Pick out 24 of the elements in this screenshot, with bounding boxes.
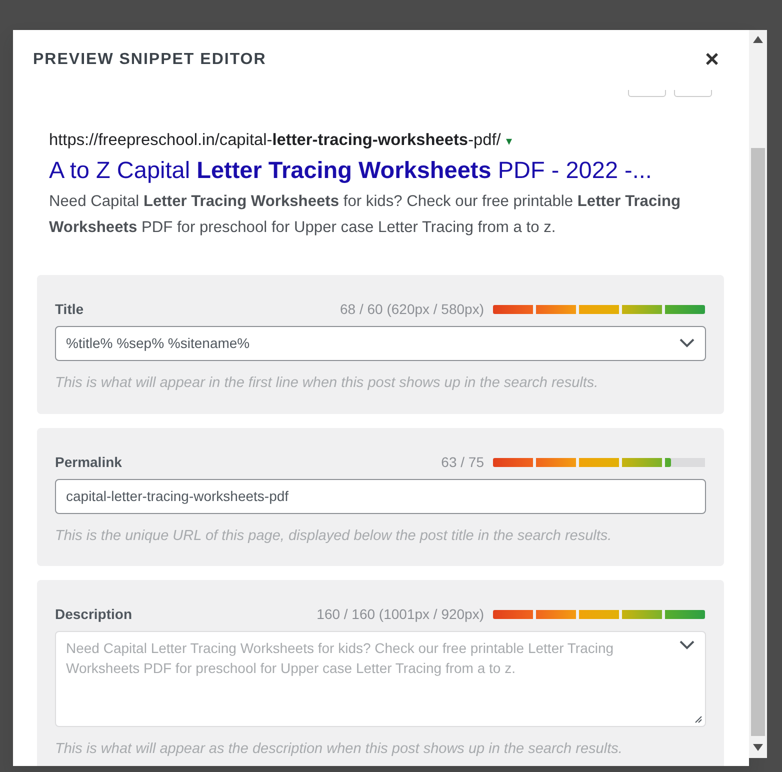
chevron-icon[interactable] xyxy=(679,338,695,348)
field-hint: This is the unique URL of this page, displayed below the post title in the search results. xyxy=(55,526,613,546)
scroll-down-icon[interactable] xyxy=(753,744,763,751)
field-label: Title xyxy=(55,300,84,319)
character-count: 160 / 160 (1001px / 920px) xyxy=(316,605,484,624)
scrollbar[interactable] xyxy=(749,30,767,758)
resize-grip-icon[interactable] xyxy=(694,715,702,724)
chevron-icon[interactable] xyxy=(679,640,695,650)
modal-title: PREVIEW SNIPPET EDITOR xyxy=(33,50,266,70)
character-count: 68 / 60 (620px / 580px) xyxy=(340,300,484,319)
close-button[interactable]: × xyxy=(704,48,719,72)
field-hint: This is what will appear in the first line when this post shows up in the search results. xyxy=(55,374,600,393)
character-count: 63 / 75 xyxy=(441,452,484,472)
field-label: Description xyxy=(55,605,132,624)
scroll-up-icon[interactable] xyxy=(753,36,763,43)
title-select[interactable]: %title% %sep% %sitename% xyxy=(55,326,706,361)
scrollbar-thumb[interactable] xyxy=(751,148,765,736)
preview-snippet: Need Capital Letter Tracing Worksheets for kids? Check our free printable Letter Tracing Worksheets PDF for preschool for Upper case Letter Tracing from a to z. xyxy=(49,192,682,238)
dropdown-caret[interactable]: ▾ xyxy=(506,134,512,148)
permalink-field[interactable]: capital-letter-tracing-worksheets-pdf xyxy=(55,478,706,514)
field-label: Permalink xyxy=(55,452,122,472)
field-hint: This is what will appear as the description when this post shows up in the search results. xyxy=(55,740,624,760)
preview-url: https://freepreschool.in/capital-letter-tracing-worksheets-pdf/ xyxy=(49,131,501,149)
preview-title[interactable]: A to Z Capital Letter Tracing Worksheets PDF - 2022 -... xyxy=(49,152,652,188)
